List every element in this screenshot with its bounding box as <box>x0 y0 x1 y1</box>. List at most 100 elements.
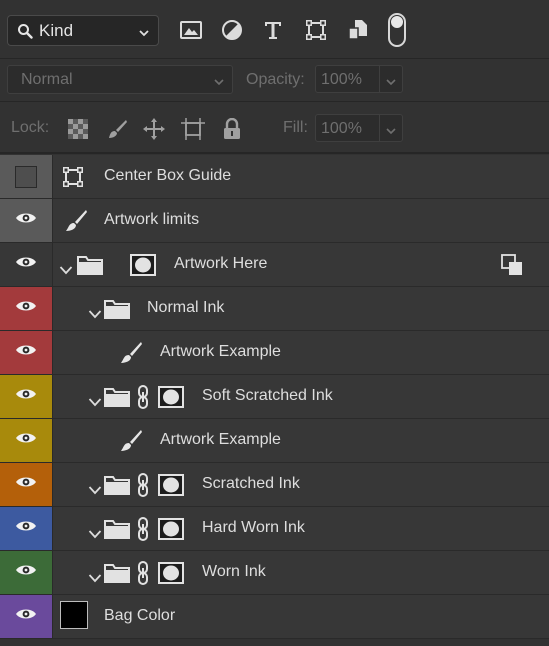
layer-name: Artwork Here <box>174 255 268 272</box>
lock-image-pixels-icon[interactable] <box>105 117 129 141</box>
visibility-toggle[interactable] <box>0 375 53 418</box>
visibility-toggle[interactable] <box>0 155 53 198</box>
layer-row[interactable]: Artwork Example <box>0 331 549 375</box>
kind-filter-label: Kind <box>39 20 74 40</box>
brush-icon <box>64 209 88 233</box>
eye-icon[interactable] <box>15 475 37 494</box>
layer-name: Soft Scratched Ink <box>202 387 333 404</box>
layer-mask-icon[interactable] <box>130 253 156 277</box>
folder-icon <box>77 253 103 277</box>
layer-name: Hard Worn Ink <box>202 519 305 536</box>
chevron-down-icon <box>213 74 225 92</box>
folder-icon <box>104 385 130 409</box>
link-icon[interactable] <box>137 517 149 541</box>
layer-name: Normal Ink <box>147 299 225 316</box>
chevron-down-icon[interactable] <box>59 258 73 282</box>
layer-mask-icon[interactable] <box>158 385 184 409</box>
fill-field[interactable]: 100% <box>315 114 403 142</box>
chevron-down-icon[interactable] <box>385 123 397 141</box>
eye-icon[interactable] <box>15 387 37 406</box>
visibility-toggle[interactable] <box>0 507 53 550</box>
chevron-down-icon[interactable] <box>88 478 102 502</box>
blend-bar: Normal Opacity: 100% <box>0 59 549 102</box>
chevron-down-icon <box>138 25 150 43</box>
layer-row[interactable]: Bag Color <box>0 595 549 639</box>
lock-all-icon[interactable] <box>220 117 244 141</box>
layer-name: Artwork limits <box>104 211 200 228</box>
chevron-down-icon[interactable] <box>88 390 102 414</box>
fill-value: 100% <box>321 120 362 137</box>
brush-icon <box>119 429 143 453</box>
folder-icon <box>104 517 130 541</box>
chevron-down-icon[interactable] <box>88 522 102 546</box>
visibility-toggle[interactable] <box>0 595 53 638</box>
layer-mask-icon[interactable] <box>158 473 184 497</box>
layer-row[interactable]: Normal Ink <box>0 287 549 331</box>
chevron-down-icon[interactable] <box>385 74 397 92</box>
layer-name: Scratched Ink <box>202 475 300 492</box>
layer-name: Artwork Example <box>160 431 281 448</box>
lock-position-icon[interactable] <box>142 117 166 141</box>
layer-row[interactable]: Artwork Example <box>0 419 549 463</box>
layer-row[interactable]: Worn Ink <box>0 551 549 595</box>
layer-mask-icon[interactable] <box>158 561 184 585</box>
eye-icon[interactable] <box>15 607 37 626</box>
lock-label: Lock: <box>11 119 50 136</box>
filter-bar: Kind <box>0 0 549 59</box>
fill-label: Fill: <box>283 119 308 136</box>
lock-transparent-pixels-icon[interactable] <box>66 117 90 141</box>
eye-icon[interactable] <box>15 563 37 582</box>
eye-icon[interactable] <box>15 299 37 318</box>
visibility-toggle[interactable] <box>0 463 53 506</box>
eye-icon[interactable] <box>15 211 37 230</box>
opacity-label: Opacity: <box>246 71 305 88</box>
visibility-toggle[interactable] <box>0 199 53 242</box>
opacity-value: 100% <box>321 71 362 88</box>
clipping-mask-icon <box>501 253 523 277</box>
eye-icon[interactable] <box>15 343 37 362</box>
layer-row[interactable]: Artwork Here <box>0 243 549 287</box>
layer-name: Artwork Example <box>160 343 281 360</box>
layer-row[interactable]: Scratched Ink <box>0 463 549 507</box>
layer-row[interactable]: Artwork limits <box>0 199 549 243</box>
shape-filter-icon[interactable] <box>303 17 329 43</box>
type-filter-icon[interactable] <box>260 17 286 43</box>
eye-icon[interactable] <box>15 255 37 274</box>
folder-icon <box>104 297 130 321</box>
visibility-toggle[interactable] <box>0 287 53 330</box>
lock-bar: Lock: Fill: 100% <box>0 102 549 154</box>
brush-icon <box>119 341 143 365</box>
kind-filter-select[interactable]: Kind <box>7 15 159 46</box>
folder-icon <box>104 473 130 497</box>
field-divider <box>379 115 380 141</box>
image-filter-icon[interactable] <box>178 17 204 43</box>
color-swatch[interactable] <box>60 601 88 629</box>
adjustment-filter-icon[interactable] <box>219 17 245 43</box>
visibility-toggle[interactable] <box>0 243 53 286</box>
folder-icon <box>104 561 130 585</box>
smart-object-filter-icon[interactable] <box>345 17 371 43</box>
visibility-toggle[interactable] <box>0 419 53 462</box>
field-divider <box>379 66 380 92</box>
eye-icon[interactable] <box>15 431 37 450</box>
visibility-empty-box[interactable] <box>15 165 37 188</box>
search-icon <box>17 23 33 39</box>
chevron-down-icon[interactable] <box>88 566 102 590</box>
layer-row[interactable]: Hard Worn Ink <box>0 507 549 551</box>
layer-row[interactable]: Soft Scratched Ink <box>0 375 549 419</box>
opacity-field[interactable]: 100% <box>315 65 403 93</box>
layer-mask-icon[interactable] <box>158 517 184 541</box>
layer-name: Center Box Guide <box>104 167 232 184</box>
link-icon[interactable] <box>137 473 149 497</box>
visibility-toggle[interactable] <box>0 331 53 374</box>
layer-row[interactable]: Center Box Guide <box>0 155 549 199</box>
lock-artboard-icon[interactable] <box>181 117 205 141</box>
link-icon[interactable] <box>137 561 149 585</box>
visibility-toggle[interactable] <box>0 551 53 594</box>
link-icon[interactable] <box>137 385 149 409</box>
filter-toggle-switch[interactable] <box>388 13 406 47</box>
chevron-down-icon[interactable] <box>88 302 102 326</box>
eye-icon[interactable] <box>15 519 37 538</box>
shape-layer-icon <box>62 165 84 189</box>
blend-mode-select[interactable]: Normal <box>7 65 233 94</box>
